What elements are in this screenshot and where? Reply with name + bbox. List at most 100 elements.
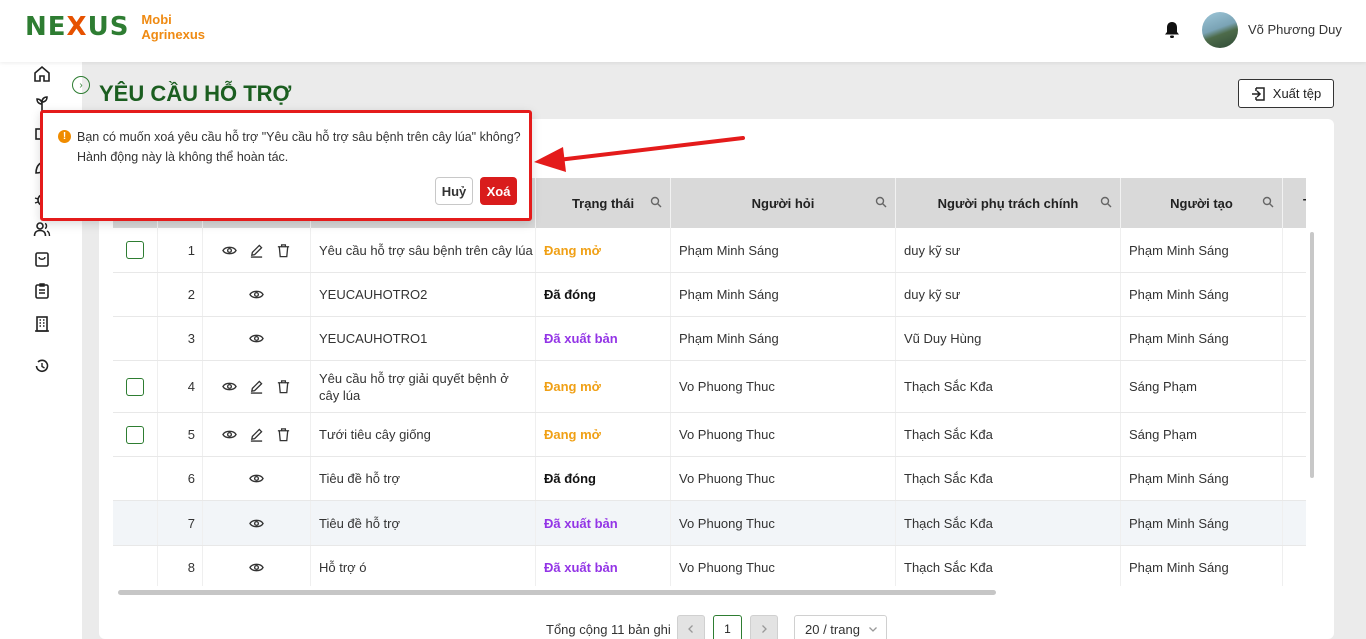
- home-icon[interactable]: [33, 65, 51, 83]
- history-icon[interactable]: [33, 357, 51, 375]
- pencil-icon[interactable]: [249, 243, 264, 258]
- header-creator: Người tạo: [1121, 178, 1283, 228]
- cancel-button[interactable]: Huỷ: [435, 177, 473, 205]
- eye-icon[interactable]: [249, 471, 264, 486]
- eye-icon[interactable]: [249, 287, 264, 302]
- row-creator: Phạm Minh Sáng: [1121, 457, 1283, 500]
- bell-icon[interactable]: [1162, 20, 1182, 40]
- header-owner: Người phụ trách chính: [896, 178, 1121, 228]
- row-asker: Vo Phuong Thuc: [671, 413, 896, 456]
- row-asker: Vo Phuong Thuc: [671, 501, 896, 545]
- eye-icon[interactable]: [249, 560, 264, 575]
- pagination-total: Tổng cộng 11 bản ghi: [546, 622, 671, 637]
- table-row[interactable]: 5 Tưới tiêu cây giống Đang mở Vo Phuong …: [113, 413, 1306, 457]
- users-icon[interactable]: [33, 220, 51, 238]
- chevron-right-icon: [762, 625, 767, 633]
- page-size-select[interactable]: 20 / trang: [794, 615, 887, 639]
- search-icon[interactable]: [650, 196, 662, 208]
- trash-icon[interactable]: [276, 379, 291, 394]
- row-owner: duy kỹ sư: [896, 228, 1121, 272]
- pencil-icon[interactable]: [249, 427, 264, 442]
- eye-icon[interactable]: [249, 331, 264, 346]
- row-index: 5: [158, 413, 203, 456]
- pencil-icon[interactable]: [249, 379, 264, 394]
- search-icon[interactable]: [1100, 196, 1112, 208]
- brand-logo[interactable]: NEXUS Mobi Agrinexus: [25, 12, 205, 42]
- row-creator: Phạm Minh Sáng: [1121, 228, 1283, 272]
- eye-icon[interactable]: [249, 516, 264, 531]
- building-icon[interactable]: [33, 315, 51, 333]
- row-status: Đã đóng: [536, 273, 671, 316]
- search-icon[interactable]: [875, 196, 887, 208]
- row-title: Tưới tiêu cây giống: [311, 413, 536, 456]
- row-status: Đã đóng: [536, 457, 671, 500]
- header-creator-label: Người tạo: [1170, 195, 1233, 211]
- chevron-down-icon: [869, 627, 877, 632]
- trash-icon[interactable]: [276, 243, 291, 258]
- table-row[interactable]: 8 Hỗ trợ ó Đã xuất bản Vo Phuong Thuc Th…: [113, 546, 1306, 586]
- shopping-bag-icon[interactable]: [33, 250, 51, 268]
- row-select: [113, 501, 158, 545]
- row-select: [113, 317, 158, 360]
- row-title: Yêu cầu hỗ trợ giải quyết bệnh ở cây lúa: [311, 361, 536, 412]
- brand-line2: Agrinexus: [141, 27, 205, 42]
- export-icon: [1251, 86, 1265, 101]
- clipboard-icon[interactable]: [33, 282, 51, 300]
- row-owner: Thạch Sắc Kđa: [896, 361, 1121, 412]
- row-select: [113, 457, 158, 500]
- row-title: Tiêu đề hỗ trợ: [311, 457, 536, 500]
- row-creator: Sáng Phạm: [1121, 361, 1283, 412]
- header-asker: Người hỏi: [671, 178, 896, 228]
- vertical-scrollbar[interactable]: [1310, 232, 1314, 478]
- table-row[interactable]: 7 Tiêu đề hỗ trợ Đã xuất bản Vo Phuong T…: [113, 501, 1306, 546]
- row-index: 1: [158, 228, 203, 272]
- horizontal-scrollbar[interactable]: [118, 590, 996, 595]
- prev-page-button[interactable]: [677, 615, 705, 639]
- row-status: Đã xuất bản: [536, 317, 671, 360]
- header-status-label: Trạng thái: [571, 195, 635, 211]
- row-actions: [203, 413, 311, 456]
- confirm-delete-button[interactable]: Xoá: [480, 177, 517, 205]
- row-checkbox[interactable]: [126, 425, 144, 444]
- nexus-logo-mark: NEXUS: [25, 12, 130, 42]
- confirm-message-line1: Bạn có muốn xoá yêu cầu hỗ trợ "Yêu cầu …: [77, 130, 521, 144]
- table-row[interactable]: 3 YEUCAUHOTRO1 Đã xuất bản Phạm Minh Sán…: [113, 317, 1306, 361]
- row-actions: [203, 273, 311, 316]
- row-status: Đang mở: [536, 228, 671, 272]
- row-status: Đang mở: [536, 361, 671, 412]
- row-actions: [203, 457, 311, 500]
- row-status: Đã xuất bản: [536, 501, 671, 545]
- row-title: Yêu cầu hỗ trợ sâu bệnh trên cây lúa: [311, 228, 536, 272]
- row-asker: Vo Phuong Thuc: [671, 361, 896, 412]
- row-creator: Phạm Minh Sáng: [1121, 273, 1283, 316]
- brand-line1: Mobi: [141, 12, 172, 27]
- header-status: Trạng thái: [536, 178, 671, 228]
- export-button[interactable]: Xuất tệp: [1238, 79, 1334, 108]
- table-row[interactable]: 6 Tiêu đề hỗ trợ Đã đóng Vo Phuong Thuc …: [113, 457, 1306, 501]
- app-header: NEXUS Mobi Agrinexus Võ Phương Duy: [0, 0, 1366, 62]
- user-name[interactable]: Võ Phương Duy: [1248, 22, 1342, 37]
- table-row[interactable]: 1 Yêu cầu hỗ trợ sâu bệnh trên cây lúa Đ…: [113, 228, 1306, 273]
- eye-icon[interactable]: [222, 243, 237, 258]
- search-icon[interactable]: [1262, 196, 1274, 208]
- row-checkbox[interactable]: [126, 377, 144, 396]
- support-requests-table: Trạng thái Người hỏi Người phụ trách chí…: [113, 178, 1306, 586]
- brand-name: Mobi Agrinexus: [141, 12, 205, 42]
- avatar[interactable]: [1202, 12, 1238, 48]
- eye-icon[interactable]: [222, 427, 237, 442]
- row-creator: Phạm Minh Sáng: [1121, 317, 1283, 360]
- row-select: [113, 273, 158, 316]
- row-more: [1283, 413, 1306, 456]
- annotation-arrow-icon: [534, 136, 745, 172]
- eye-icon[interactable]: [222, 379, 237, 394]
- table-row[interactable]: 2 YEUCAUHOTRO2 Đã đóng Phạm Minh Sáng du…: [113, 273, 1306, 317]
- row-owner: Thạch Sắc Kđa: [896, 546, 1121, 586]
- row-title: Tiêu đề hỗ trợ: [311, 501, 536, 545]
- page-button-current[interactable]: 1: [713, 615, 742, 639]
- row-more: [1283, 317, 1306, 360]
- row-checkbox[interactable]: [126, 241, 144, 259]
- trash-icon[interactable]: [276, 427, 291, 442]
- collapse-sidebar-chevron-icon[interactable]: ›: [72, 76, 90, 94]
- table-row[interactable]: 4 Yêu cầu hỗ trợ giải quyết bệnh ở cây l…: [113, 361, 1306, 413]
- next-page-button[interactable]: [750, 615, 778, 639]
